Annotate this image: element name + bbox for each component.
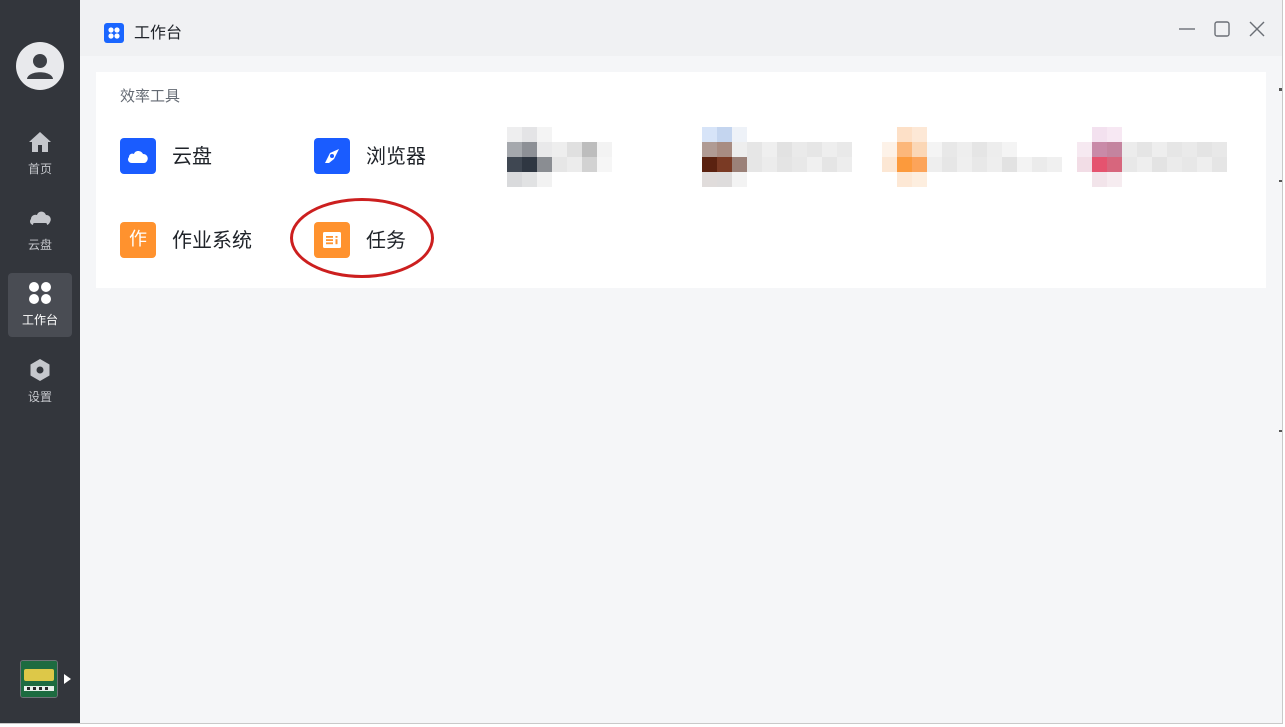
sidebar-item-label: 云盘	[27, 238, 52, 252]
workbench-icon	[29, 282, 51, 304]
window-title: 工作台	[134, 23, 183, 42]
tool-browser[interactable]: 浏览器	[314, 138, 454, 174]
tool-label: 云盘	[172, 144, 212, 168]
sidebar-item-label: 设置	[27, 390, 52, 404]
minimize-icon[interactable]	[1178, 20, 1196, 38]
close-icon[interactable]	[1248, 20, 1266, 38]
highlight-annotation-circle	[290, 198, 434, 278]
tool-icon	[120, 138, 156, 174]
maximize-icon[interactable]	[1213, 20, 1231, 38]
section-title: 效率工具	[120, 87, 181, 105]
expand-arrow-icon[interactable]	[64, 674, 71, 684]
efficiency-tools-card: 效率工具 云盘 浏览器 作 作业系统 任务	[96, 72, 1266, 288]
tool-icon: 作	[120, 222, 156, 258]
sidebar-item-workbench[interactable]: 工作台	[8, 273, 72, 337]
title-bar: 工作台	[80, 0, 1282, 56]
background-speck	[1279, 88, 1282, 91]
tool-icon	[314, 138, 350, 174]
tool-cloud-drive[interactable]: 云盘	[120, 138, 240, 174]
home-icon	[29, 132, 51, 152]
settings-icon	[30, 359, 50, 381]
homework-icon: 作	[129, 229, 147, 250]
user-avatar[interactable]	[16, 42, 64, 90]
sidebar-item-home[interactable]: 首页	[8, 122, 72, 186]
cloud-icon	[30, 211, 51, 226]
workbench-icon	[108, 27, 120, 39]
app-window: 首页 云盘 工作台 设置 工作台 效率工具 云盘 浏览器 作 作业系统 任务	[0, 0, 1283, 724]
background-speck	[1279, 430, 1282, 432]
background-speck	[1279, 180, 1282, 182]
sidebar-item-settings[interactable]: 设置	[8, 350, 72, 414]
compass-icon	[325, 149, 339, 163]
tool-label: 作业系统	[172, 228, 252, 252]
sidebar-item-cloud[interactable]: 云盘	[8, 198, 72, 262]
sidebar-item-label: 工作台	[21, 313, 58, 327]
classroom-app-icon[interactable]	[20, 660, 58, 698]
tool-homework-system[interactable]: 作 作业系统	[120, 222, 270, 258]
tool-label: 浏览器	[366, 144, 426, 168]
user-icon	[27, 54, 53, 79]
workbench-app-icon	[104, 23, 124, 43]
sidebar: 首页 云盘 工作台 设置	[0, 0, 80, 723]
sidebar-item-label: 首页	[27, 162, 52, 176]
cloud-icon	[128, 151, 148, 163]
chalkboard-icon	[21, 661, 57, 697]
